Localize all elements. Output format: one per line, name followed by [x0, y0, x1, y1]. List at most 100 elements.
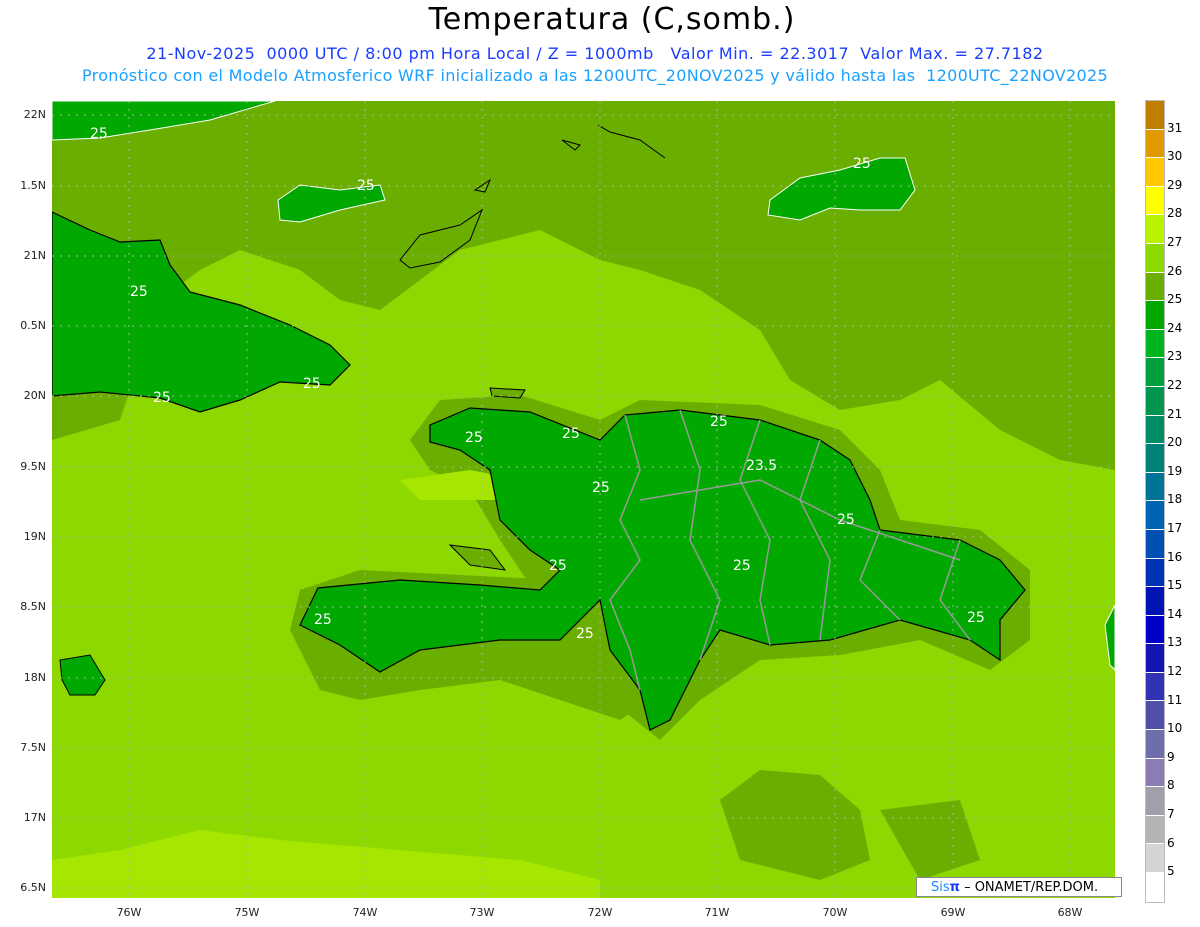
colorbar-label: 11: [1167, 692, 1183, 707]
colorbar-label: 22: [1167, 378, 1183, 392]
lon-label: 68W: [1057, 906, 1083, 919]
colorbar-label: 8: [1167, 778, 1175, 793]
lat-label: 18N: [23, 671, 46, 684]
lat-label: 1.5N: [20, 179, 46, 192]
colorbar-swatch: [1146, 301, 1164, 330]
colorbar-swatch: [1146, 329, 1164, 359]
colorbar-swatch: [1146, 501, 1164, 530]
contour-label: 25: [153, 390, 171, 406]
colorbar-swatch: [1146, 529, 1164, 559]
map-title: Temperatura (C,somb.): [428, 2, 796, 37]
colorbar-swatch: [1146, 101, 1164, 130]
colorbar-label: 21: [1167, 406, 1183, 421]
contour-label: 25: [837, 512, 855, 528]
colorbar-swatch: [1146, 672, 1164, 702]
colorbar-swatch: [1146, 815, 1164, 845]
contour-label: 25: [562, 426, 580, 442]
colorbar-label: 13: [1167, 635, 1183, 650]
lat-label: 6.5N: [20, 881, 46, 894]
colorbar-swatch: [1146, 844, 1164, 874]
colorbar-label: 29: [1167, 177, 1183, 192]
colorbar-swatch: [1146, 158, 1164, 187]
colorbar-label: 5: [1167, 864, 1175, 879]
credit-pi: π: [949, 880, 960, 895]
colorbar-swatch: [1146, 558, 1164, 588]
lat-label: 7.5N: [20, 741, 46, 754]
colorbar-swatch: [1146, 186, 1164, 216]
contour-label: 25: [853, 156, 871, 172]
contour-label: 25: [733, 558, 751, 574]
colorbar-swatch: [1146, 415, 1164, 445]
lon-label: 76W: [116, 906, 142, 919]
colorbar-label: 10: [1167, 721, 1183, 736]
lat-label: 8.5N: [20, 600, 46, 613]
colorbar-swatch: [1146, 701, 1164, 731]
colorbar-swatch: [1146, 472, 1164, 502]
contour-label: 25: [90, 126, 108, 142]
colorbar-label: 18: [1167, 492, 1183, 507]
contour-label: 25: [357, 178, 375, 194]
colorbar-label: 27: [1167, 235, 1183, 249]
tortuga-island: [489, 387, 526, 399]
contour-label: 25: [465, 430, 483, 446]
colorbar-label: 7: [1167, 807, 1175, 821]
colorbar-swatch: [1146, 215, 1164, 244]
colorbar-label: 30: [1167, 149, 1183, 164]
colorbar-label: 31: [1167, 120, 1183, 135]
contour-label: 25: [967, 610, 985, 626]
lat-label: 19N: [23, 530, 46, 543]
colorbar-swatch: [1146, 787, 1164, 816]
contour-label: 25: [576, 626, 594, 642]
colorbar-label: 20: [1167, 435, 1183, 450]
colorbar-swatch: [1146, 444, 1164, 473]
colorbar-label: 25: [1167, 292, 1183, 307]
contour-label: 25: [592, 480, 610, 496]
colorbar-label: 19: [1167, 463, 1183, 478]
colorbar-label: 6: [1167, 835, 1175, 850]
colorbar-swatch: [1146, 358, 1164, 387]
colorbar-swatch: [1146, 272, 1164, 302]
colorbar-swatch: [1146, 615, 1164, 645]
contour-label: 23.5: [746, 458, 777, 474]
contour-label: 25: [303, 376, 321, 392]
colorbar-label: 12: [1167, 664, 1183, 678]
colorbar-swatch: [1146, 730, 1164, 759]
colorbar-label: 15: [1167, 578, 1183, 593]
colorbar: [1145, 100, 1165, 903]
contour-label: 25: [710, 414, 728, 430]
lon-label: 72W: [587, 906, 613, 919]
colorbar-label: 28: [1167, 206, 1183, 221]
lon-label: 74W: [352, 906, 378, 919]
lon-label: 75W: [234, 906, 260, 919]
colorbar-swatch: [1146, 587, 1164, 616]
colorbar-swatch: [1146, 243, 1164, 273]
colorbar-swatch: [1146, 129, 1164, 159]
colorbar-label: 14: [1167, 606, 1183, 621]
lat-label: 9.5N: [20, 460, 46, 473]
colorbar-label: 24: [1167, 320, 1183, 335]
credit-text: – ONAMET/REP.DOM.: [959, 880, 1099, 895]
colorbar-label: 26: [1167, 263, 1183, 278]
colorbar-label: 16: [1167, 549, 1183, 564]
colorbar-label: 9: [1167, 749, 1175, 764]
contour-label: 25: [314, 612, 332, 628]
colorbar-swatch: [1146, 386, 1164, 416]
colorbar-swatch: [1146, 644, 1164, 673]
lat-label: 17N: [23, 811, 46, 824]
lon-label: 70W: [822, 906, 848, 919]
temperature-map: 25 25 25 25 25 25 25 25 25 25 25 25 25 2…: [52, 101, 1115, 898]
lat-label: 22N: [23, 108, 46, 121]
contour-label: 25: [549, 558, 567, 574]
lat-label: 0.5N: [20, 319, 46, 332]
colorbar-swatch: [1146, 758, 1164, 788]
contour-label: 25: [130, 284, 148, 300]
lon-label: 69W: [940, 906, 966, 919]
credit-box: Sisπ – ONAMET/REP.DOM.: [916, 877, 1122, 897]
colorbar-label: 23: [1167, 349, 1183, 364]
model-info-subtitle: Pronóstico con el Modelo Atmosferico WRF…: [82, 66, 1108, 85]
lat-label: 20N: [23, 389, 46, 402]
credit-sis: Sis: [931, 880, 950, 895]
colorbar-swatch: [1146, 873, 1164, 902]
lat-label: 21N: [23, 249, 46, 262]
colorbar-label: 17: [1167, 521, 1183, 535]
